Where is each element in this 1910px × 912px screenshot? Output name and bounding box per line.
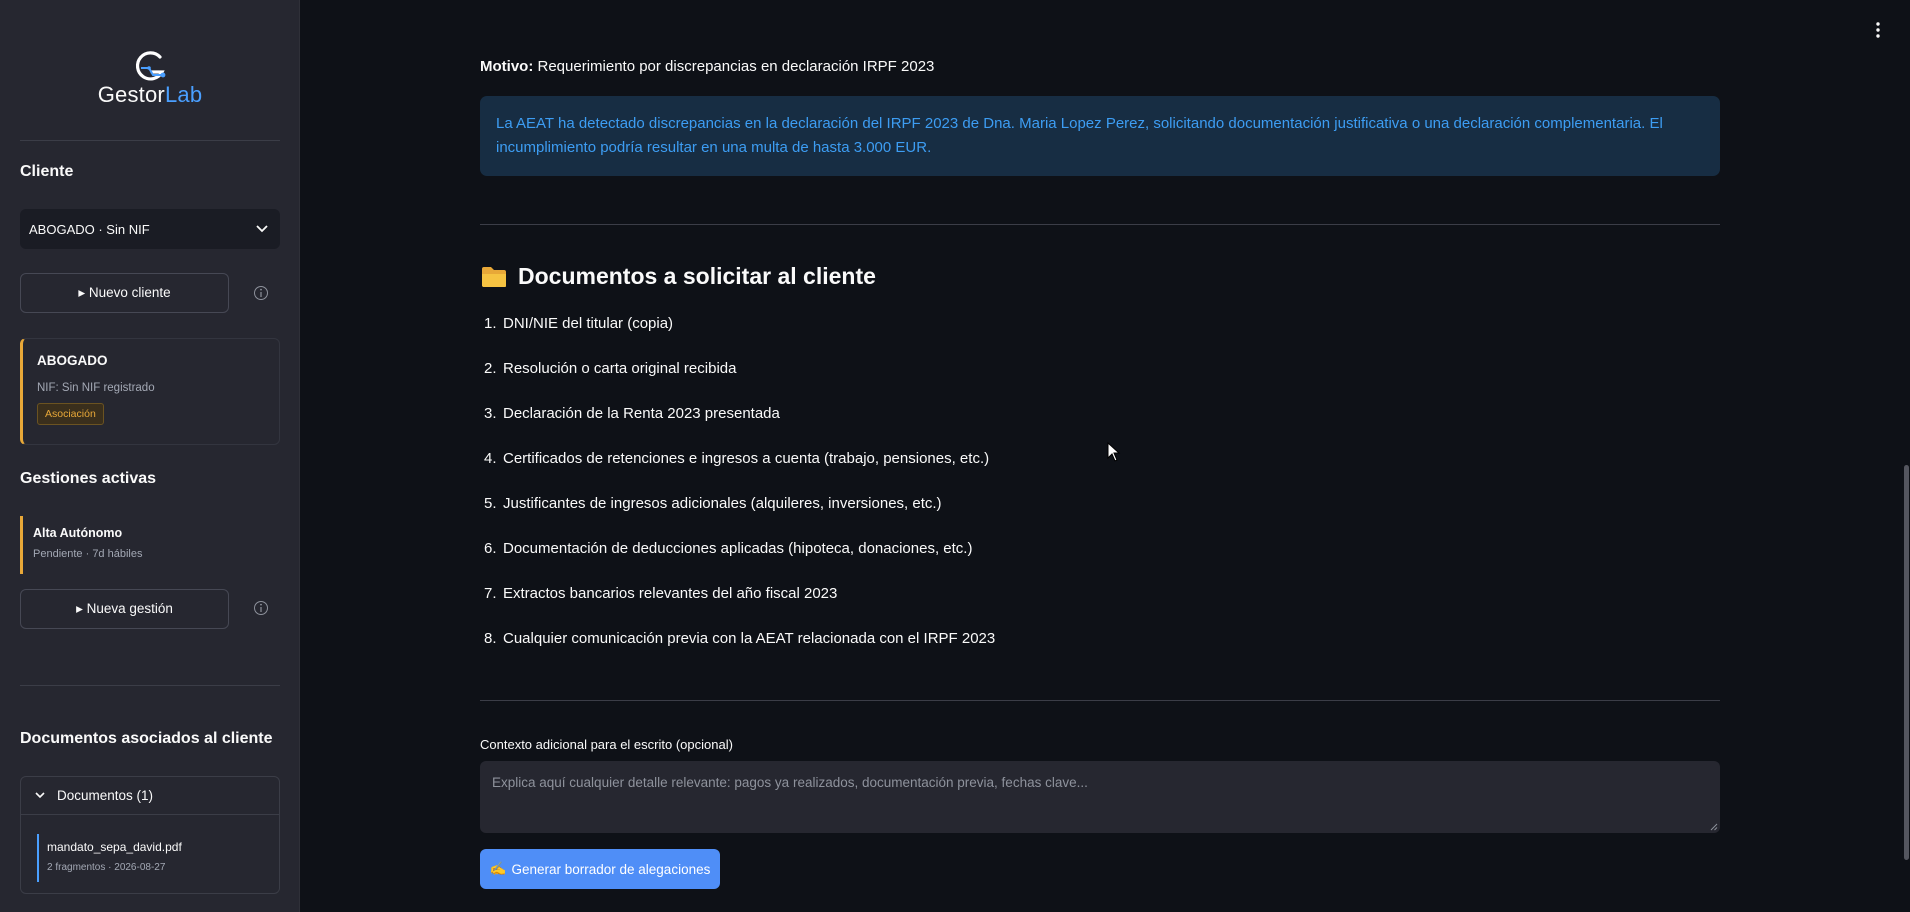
gestion-status: Pendiente · 7d hábiles — [33, 548, 143, 560]
list-item: 7. Extractos bancarios relevantes del año… — [484, 585, 838, 602]
document-meta: 2 fragmentos · 2026-08-27 — [47, 862, 166, 873]
section-divider — [480, 700, 1720, 701]
list-item: 5. Justificantes de ingresos adicionales … — [484, 495, 942, 512]
documents-expander-header[interactable]: Documentos (1) — [21, 777, 279, 815]
client-card: ABOGADO NIF: Sin NIF registrado Asociaci… — [20, 338, 280, 445]
section-title-text: Documentos a solicitar al cliente — [518, 263, 876, 289]
logo-wordmark: GestorLab — [97, 82, 203, 107]
sidebar: GestorLab Cliente ABOGADO · Sin NIF ▸ Nu… — [0, 0, 300, 912]
sidebar-divider — [20, 685, 280, 686]
client-type-badge: Asociación — [37, 403, 104, 425]
app-logo: GestorLab — [95, 50, 205, 108]
chevron-down-icon — [256, 225, 268, 233]
generate-draft-label: Generar borrador de alegaciones — [511, 861, 711, 877]
context-label: Contexto adicional para el escrito (opci… — [480, 737, 733, 752]
client-name: ABOGADO — [37, 353, 108, 368]
client-nif: NIF: Sin NIF registrado — [37, 382, 155, 394]
context-placeholder: Explica aquí cualquier detalle relevante… — [492, 775, 1088, 790]
resize-handle-icon[interactable] — [1710, 823, 1718, 831]
client-select[interactable]: ABOGADO · Sin NIF — [20, 209, 280, 249]
more-options-icon[interactable] — [1870, 20, 1886, 40]
list-item: 8. Cualquier comunicación previa con la A… — [484, 630, 996, 647]
scrollbar[interactable] — [1904, 465, 1909, 860]
info-alert: La AEAT ha detectado discrepancias en la… — [480, 96, 1720, 176]
folder-icon — [482, 266, 506, 287]
context-textarea[interactable]: Explica aquí cualquier detalle relevante… — [480, 761, 1720, 833]
motivo-text: Requerimiento por discrepancias en decla… — [533, 58, 935, 75]
new-gestion-button[interactable]: ▸ Nueva gestión — [20, 589, 229, 629]
cliente-heading: Cliente — [20, 163, 74, 180]
client-select-value: ABOGADO · Sin NIF — [29, 221, 150, 237]
document-name: mandato_sepa_david.pdf — [47, 840, 182, 854]
help-icon[interactable] — [253, 600, 269, 616]
document-item[interactable]: mandato_sepa_david.pdf 2 fragmentos · 20… — [37, 834, 182, 882]
documents-list: 1. DNI/NIE del titular (copia) 2. Resoluci… — [480, 315, 995, 675]
chevron-down-icon — [35, 792, 45, 799]
documents-heading: Documentos asociados al cliente — [20, 730, 273, 747]
list-item: 3. Declaración de la Renta 2023 presentad… — [484, 405, 780, 422]
list-item: 4. Certificados de retenciones e ingresos… — [484, 450, 990, 467]
logo-icon — [135, 51, 166, 81]
mouse-cursor-icon — [1107, 442, 1121, 462]
section-divider — [480, 224, 1720, 225]
list-item: 2. Resolución o carta original recibida — [484, 360, 737, 377]
generate-draft-button[interactable]: ✍️ Generar borrador de alegaciones — [480, 849, 720, 889]
motivo-line: Motivo: Requerimiento por discrepancias … — [480, 58, 934, 75]
documents-section-title: Documentos a solicitar al cliente — [480, 263, 876, 290]
gestion-item[interactable]: Alta Autónomo Pendiente · 7d hábiles — [20, 516, 220, 574]
documents-expander-label: Documentos (1) — [57, 788, 154, 803]
list-item: 6. Documentación de deducciones aplicadas… — [484, 540, 973, 557]
list-item: 1. DNI/NIE del titular (copia) — [484, 315, 674, 332]
gestiones-heading: Gestiones activas — [20, 470, 157, 487]
documents-expander: Documentos (1) mandato_sepa_david.pdf 2 … — [20, 776, 280, 894]
gestion-title: Alta Autónomo — [33, 526, 123, 540]
writing-hand-icon: ✍️ — [489, 861, 507, 876]
sidebar-divider — [20, 140, 280, 141]
new-client-button[interactable]: ▸ Nuevo cliente — [20, 273, 229, 313]
help-icon[interactable] — [253, 285, 269, 301]
motivo-label: Motivo: — [480, 58, 534, 75]
